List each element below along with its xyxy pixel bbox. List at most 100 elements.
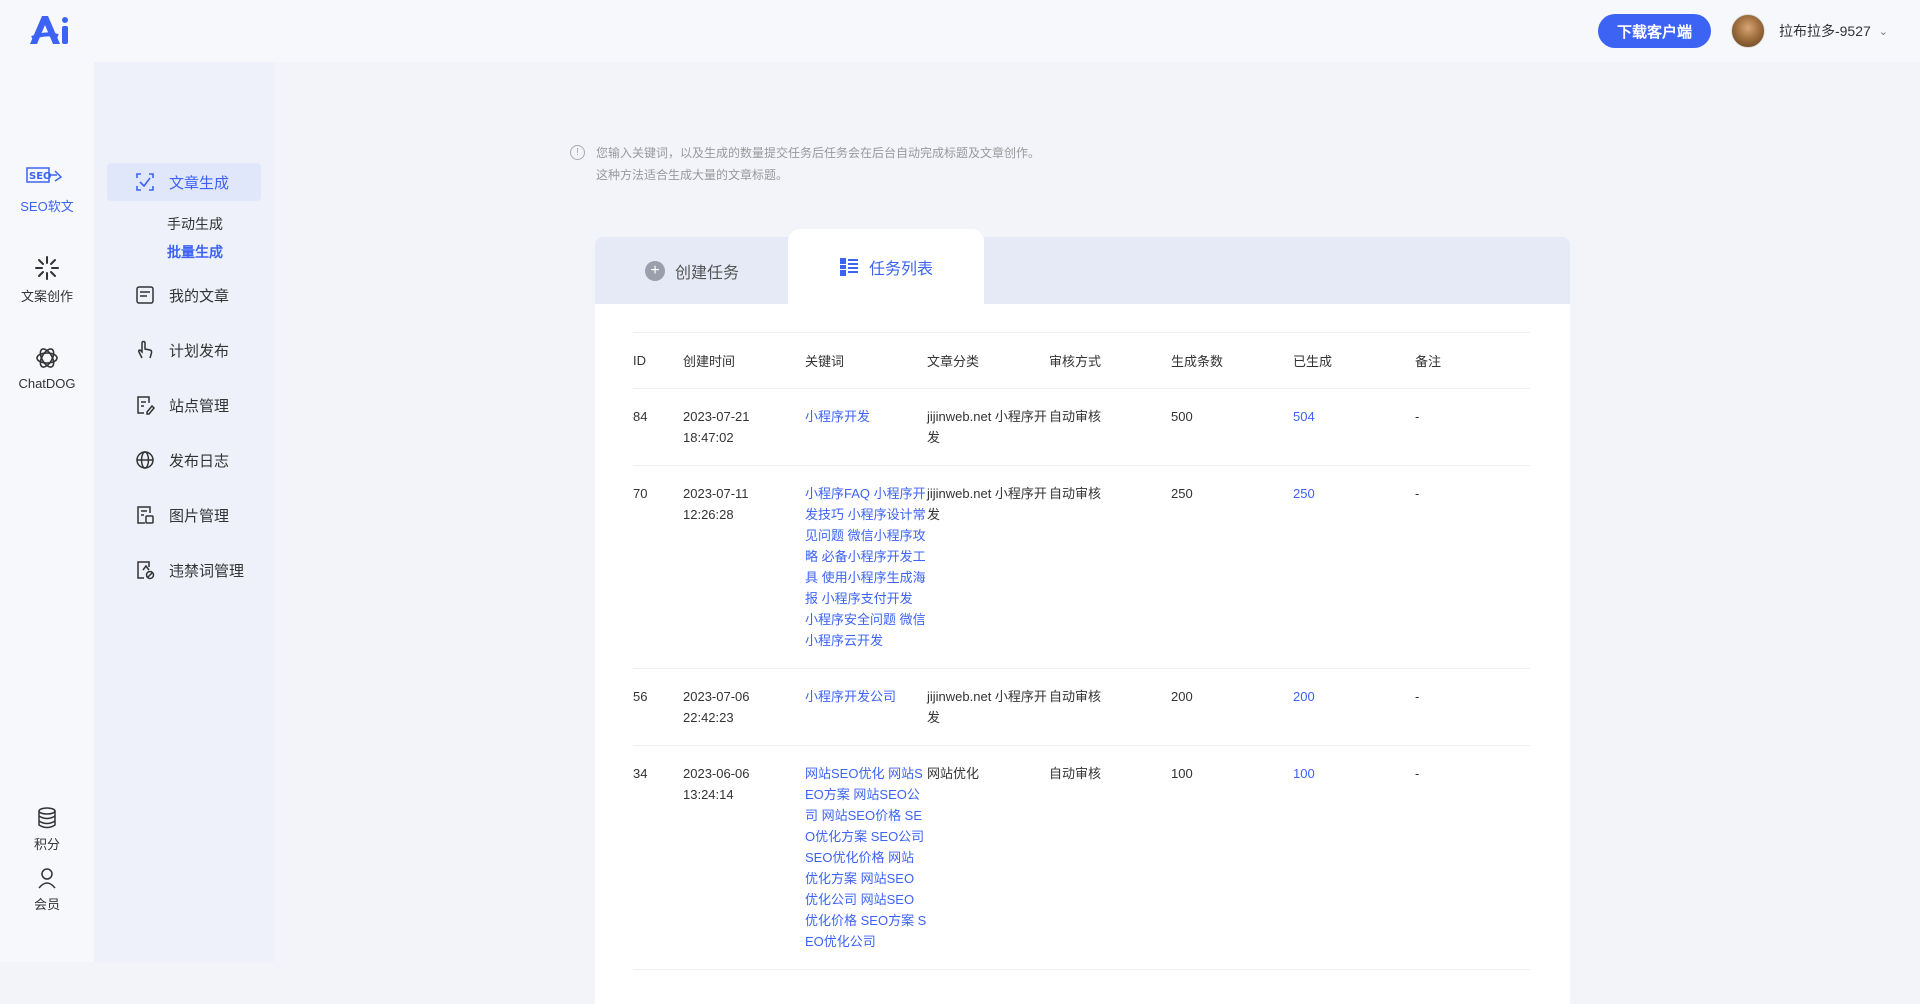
table-header-row: ID 创建时间 关键词 文章分类 审核方式 生成条数 已生成 备注 [633,332,1530,389]
cell-generated[interactable]: 504 [1293,388,1415,466]
image-doc-icon [135,505,155,525]
task-list-panel: ID 创建时间 关键词 文章分类 审核方式 生成条数 已生成 备注 84 202… [595,304,1570,1004]
sidebar-item-sites[interactable]: 站点管理 [107,386,261,424]
table-row: 70 2023-07-11 12:26:28 小程序FAQ 小程序开发技巧 小程… [633,465,1530,669]
cell-category: jijinweb.net 小程序开发 [927,465,1049,669]
notice: ! 您输入关键词，以及生成的数量提交任务后任务会在后台自动完成标题及文章创作。 … [570,142,1041,186]
sidebar-item-scheduled[interactable]: 计划发布 [107,331,261,369]
col-header-category: 文章分类 [927,354,980,369]
sidebar-item-images[interactable]: 图片管理 [107,496,261,534]
table-row: 84 2023-07-21 18:47:02 小程序开发 jijinweb.ne… [633,388,1530,466]
cell-category: jijinweb.net 小程序开发 [927,668,1049,746]
secondary-sidebar: 文章生成 手动生成 批量生成 我的文章 计划发布 站点管理 发布日志 图片管理 … [94,62,274,962]
sidebar-item-label: 违禁词管理 [169,562,245,580]
globe-icon [135,450,155,470]
tab-task-list[interactable]: 任务列表 [788,229,984,304]
rail-item-points[interactable]: 积分 [0,807,94,853]
cell-note: - [1415,745,1530,970]
cell-note: - [1415,388,1530,466]
download-client-button[interactable]: 下载客户端 [1597,14,1711,48]
cell-generated[interactable]: 200 [1293,668,1415,746]
rail-item-seo[interactable]: SEO SEO软文 [0,165,94,215]
notice-line-1: 您输入关键词，以及生成的数量提交任务后任务会在后台自动完成标题及文章创作。 [596,146,1041,160]
cell-category: 网站优化 [927,745,1049,970]
sidebar-item-publish-log[interactable]: 发布日志 [107,441,261,479]
cell-id: 56 [633,668,683,746]
cell-count: 250 [1171,465,1293,669]
sidebar-item-label: 计划发布 [169,342,230,360]
sidebar-item-label: 图片管理 [169,507,230,525]
cell-keywords[interactable]: 小程序FAQ 小程序开发技巧 小程序设计常见问题 微信小程序攻略 必备小程序开发… [805,465,927,669]
top-header: 下载客户端 拉布拉多-9527 ⌄ [0,0,1920,62]
tab-create-task[interactable]: + 创建任务 [645,237,739,304]
note-icon [135,285,155,305]
database-icon [0,807,94,829]
rail-item-copywriting[interactable]: 文案创作 [0,255,94,305]
cell-note: - [1415,668,1530,746]
cell-generated[interactable]: 250 [1293,465,1415,669]
rail-item-label: 积分 [33,837,60,852]
col-header-keywords: 关键词 [805,354,845,369]
notice-line-2: 这种方法适合生成大量的文章标题。 [596,168,789,182]
plus-circle-icon: + [645,260,665,281]
chevron-down-icon[interactable]: ⌄ [1879,25,1888,38]
table-row: 34 2023-06-06 13:24:14 网站SEO优化 网站SEO方案 网… [633,745,1530,970]
sub-item-manual[interactable]: 手动生成 [167,214,223,234]
rail-item-member[interactable]: 会员 [0,867,94,913]
logo[interactable] [28,12,146,48]
sidebar-item-article-generation[interactable]: 文章生成 [107,163,261,201]
cell-count: 200 [1171,668,1293,746]
cell-id: 70 [633,465,683,669]
openai-icon [0,345,94,371]
sidebar-item-label: 站点管理 [169,397,230,415]
col-header-review: 审核方式 [1049,354,1102,369]
main-content: ! 您输入关键词，以及生成的数量提交任务后任务会在后台自动完成标题及文章创作。 … [274,62,1920,1004]
edit-doc-icon [135,395,155,415]
hand-icon [135,340,155,360]
sidebar-item-my-articles[interactable]: 我的文章 [107,276,261,314]
cell-review: 自动审核 [1049,668,1171,746]
cell-review: 自动审核 [1049,388,1171,466]
sub-item-batch[interactable]: 批量生成 [167,242,223,262]
rail-item-label: 会员 [33,897,60,912]
tabs-bar: + 创建任务 任务列表 [595,229,1570,304]
rail-item-chatdog[interactable]: ChatDOG [0,345,94,391]
seo-icon: SEO [0,165,94,191]
col-header-id: ID [633,353,646,368]
sidebar-item-label: 文章生成 [169,174,230,192]
svg-text:SEO: SEO [29,171,52,182]
cell-keywords[interactable]: 小程序开发 [805,388,927,466]
info-icon: ! [570,145,585,160]
cell-keywords[interactable]: 网站SEO优化 网站SEO方案 网站SEO公司 网站SEO价格 SEO优化方案 … [805,745,927,970]
list-icon [839,257,859,277]
rail-item-label: ChatDOG [18,376,76,391]
cell-time: 2023-07-21 18:47:02 [683,388,805,466]
left-rail: SEO SEO软文 文案创作 ChatDOG 积分 会员 [0,62,94,962]
col-header-note: 备注 [1415,354,1442,369]
cell-review: 自动审核 [1049,465,1171,669]
col-header-count: 生成条数 [1171,354,1224,369]
cell-review: 自动审核 [1049,745,1171,970]
rail-item-label: 文案创作 [20,289,73,304]
rail-item-label: SEO软文 [20,199,74,214]
cell-id: 34 [633,745,683,970]
tab-label: 创建任务 [675,264,740,282]
sparkle-icon [0,255,94,281]
check-scan-icon [135,172,155,192]
sidebar-item-label: 我的文章 [169,287,230,305]
logo-mark-icon [30,16,68,44]
shield-doc-icon [135,560,155,580]
cell-category: jijinweb.net 小程序开发 [927,388,1049,466]
cell-keywords[interactable]: 小程序开发公司 [805,668,927,746]
cell-count: 100 [1171,745,1293,970]
cell-time: 2023-06-06 13:24:14 [683,745,805,970]
cell-id: 84 [633,388,683,466]
sidebar-item-label: 发布日志 [169,452,230,470]
col-header-time: 创建时间 [683,354,736,369]
sidebar-item-forbidden-words[interactable]: 违禁词管理 [107,551,261,589]
cell-time: 2023-07-06 22:42:23 [683,668,805,746]
cell-generated[interactable]: 100 [1293,745,1415,970]
task-table: ID 创建时间 关键词 文章分类 审核方式 生成条数 已生成 备注 84 202… [633,332,1530,970]
username[interactable]: 拉布拉多-9527 [1779,21,1871,41]
avatar[interactable] [1730,14,1765,48]
